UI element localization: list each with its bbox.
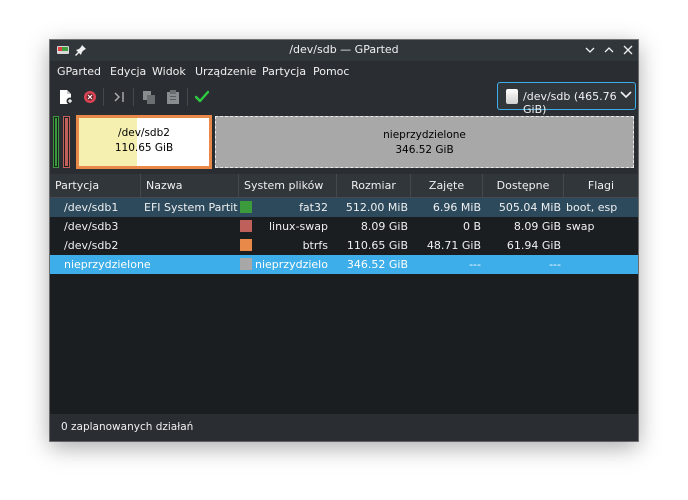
column-used[interactable]: Zajęte [411,174,483,197]
menu-gparted[interactable]: GParted [57,65,101,78]
menu-bar: GParted Edycja Widok Urządzenie Partycja… [50,61,638,83]
cell-flags: swap [566,220,595,233]
filesystem-color-swatch [240,239,252,251]
menu-help[interactable]: Pomoc [313,65,349,78]
cell-filesystem: linux-swap [269,220,328,233]
column-filesystem[interactable]: System plików [239,174,337,197]
toolbar-separator [133,88,134,106]
cell-free: 505.04 MiB [498,201,561,214]
paste-icon[interactable] [164,88,182,106]
table-row-sdb2[interactable]: /dev/sdb2 btrfs 110.65 GiB 48.71 GiB 61.… [50,236,638,255]
toolbar-separator [103,88,104,106]
cell-free: 8.09 GiB [513,220,561,233]
filesystem-color-swatch [240,258,252,270]
partition-block-sdb3[interactable] [63,116,70,168]
partition-block-unallocated[interactable]: nieprzydzielone 346.52 GiB [215,116,634,168]
cell-size: 8.09 GiB [360,220,408,233]
column-partition[interactable]: Partycja [50,174,141,197]
cell-filesystem: nieprzydzielone [255,258,328,271]
gparted-window: /dev/sdb — GParted GParted Edycja Widok … [50,40,638,441]
cell-size: 512.00 MiB [345,201,408,214]
menu-partition[interactable]: Partycja [262,65,306,78]
cell-name [144,236,238,255]
partition-map: /dev/sdb2 110.65 GiB nieprzydzielone 346… [50,114,638,170]
cell-partition: /dev/sdb2 [64,239,119,252]
new-partition-icon[interactable] [57,88,75,106]
cell-size: 346.52 GiB [346,258,408,271]
cell-name [144,217,238,236]
table-row-sdb1[interactable]: /dev/sdb1 EFI System Partition fat32 512… [50,198,638,217]
cell-partition: nieprzydzielone [64,258,151,271]
cell-free: --- [549,258,561,271]
partition-block-sdb1[interactable] [53,116,59,168]
partition-block-unallocated-size: 346.52 GiB [395,144,454,156]
minimize-icon[interactable] [582,42,598,58]
partition-block-unallocated-name: nieprzydzielone [383,129,466,141]
cell-used: 0 B [462,220,481,233]
cell-filesystem: fat32 [299,201,328,214]
cell-filesystem: btrfs [302,239,328,252]
filesystem-color-swatch [240,220,252,232]
table-row-sdb3[interactable]: /dev/sdb3 linux-swap 8.09 GiB 0 B 8.09 G… [50,217,638,236]
status-bar: 0 zaplanowanych działań [50,414,638,441]
cell-used: 6.96 MiB [432,201,481,214]
apply-icon[interactable] [193,88,211,106]
cell-free: 61.94 GiB [506,239,561,252]
partition-block-sdb2-size: 110.65 GiB [114,142,174,154]
cell-name [144,255,238,274]
partition-block-sdb2-name: /dev/sdb2 [118,127,170,139]
column-size[interactable]: Rozmiar [337,174,411,197]
pending-operations-status: 0 zaplanowanych działań [61,421,194,433]
cell-used: --- [469,258,481,271]
filesystem-color-swatch [240,201,252,213]
cell-size: 110.65 GiB [346,239,408,252]
cell-name: EFI System Partition [144,201,238,214]
table-header: Partycja Nazwa System plików Rozmiar Zaj… [50,174,638,198]
cell-partition: /dev/sdb1 [64,201,119,214]
cell-used: 48.71 GiB [426,239,481,252]
cell-partition: /dev/sdb3 [64,220,119,233]
toolbar-separator [187,88,188,106]
column-flags[interactable]: Flagi [564,174,638,197]
menu-device[interactable]: Urządzenie [195,65,256,78]
partition-table: Partycja Nazwa System plików Rozmiar Zaj… [50,174,638,414]
close-icon[interactable] [620,42,636,58]
copy-icon[interactable] [140,88,158,106]
disk-icon [506,89,518,104]
maximize-icon[interactable] [601,42,617,58]
menu-view[interactable]: Widok [152,65,186,78]
window-title: /dev/sdb — GParted [289,43,399,56]
device-selector[interactable]: /dev/sdb (465.76 GiB) [497,82,636,116]
resize-move-icon[interactable] [110,88,128,106]
chevron-down-icon [620,91,632,99]
cell-flags: boot, esp [566,201,618,214]
partition-block-sdb2[interactable]: /dev/sdb2 110.65 GiB [76,115,212,169]
delete-icon[interactable] [81,88,99,106]
menu-edit[interactable]: Edycja [110,65,146,78]
column-free[interactable]: Dostępne [483,174,564,197]
title-bar: /dev/sdb — GParted [50,40,638,61]
table-row-unallocated[interactable]: nieprzydzielone nieprzydzielone 346.52 G… [50,255,638,274]
column-name[interactable]: Nazwa [141,174,239,197]
